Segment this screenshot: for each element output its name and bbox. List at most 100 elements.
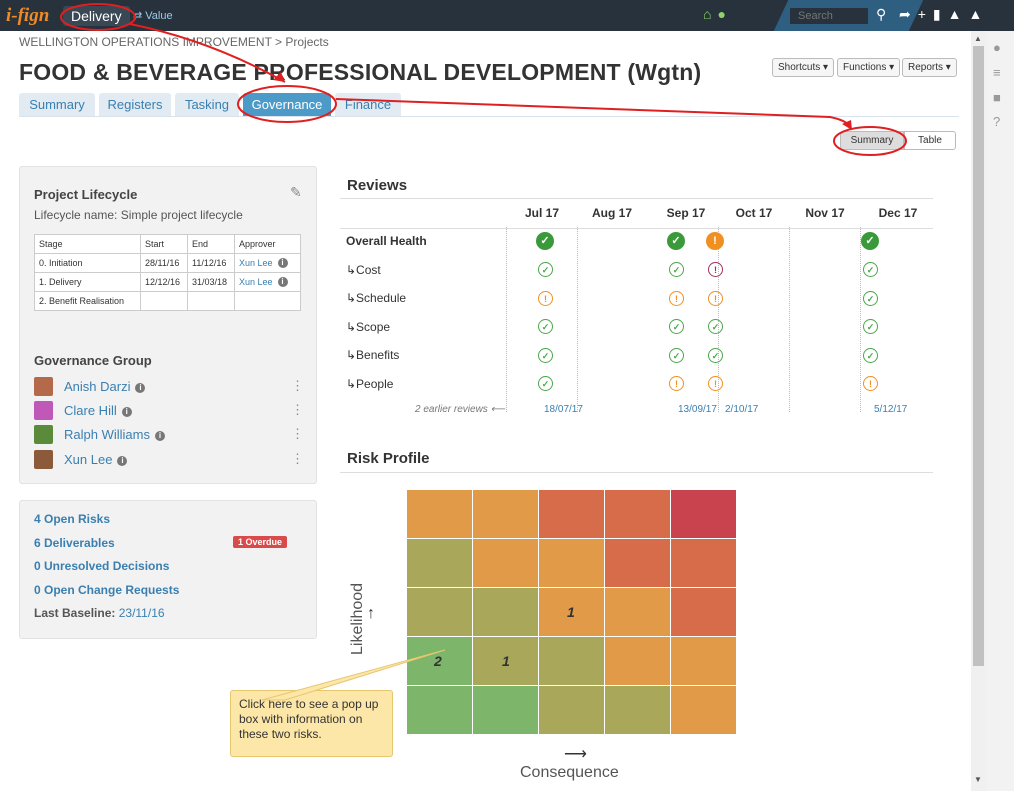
tab-governance[interactable]: Governance (243, 93, 331, 116)
check-icon[interactable]: ✓ (863, 348, 878, 363)
open-risks-link[interactable]: 4 Open Risks (34, 512, 110, 526)
risk-cell[interactable] (407, 686, 473, 735)
more-options-icon[interactable]: ⋮ (291, 425, 304, 443)
health-check-icon[interactable]: ✓ (536, 232, 554, 250)
risk-cell[interactable] (671, 637, 737, 686)
help-icon[interactable]: ? (993, 114, 1000, 129)
check-icon[interactable]: ✓ (538, 348, 553, 363)
table-view-button[interactable]: Table (904, 131, 956, 150)
more-options-icon[interactable]: ⋮ (291, 377, 304, 395)
risk-cell[interactable] (473, 588, 539, 637)
scrollbar-thumb[interactable] (973, 46, 984, 666)
functions-button[interactable]: Functions ▾ (837, 58, 901, 77)
risk-cell[interactable] (407, 539, 473, 588)
member-name[interactable]: Xun Lee i (64, 452, 128, 467)
value-mode-link[interactable]: ⇄ Value (133, 9, 173, 22)
tab-tasking[interactable]: Tasking (175, 93, 239, 116)
pencil-icon[interactable]: ✎ (290, 184, 302, 201)
check-icon[interactable]: ✓ (708, 348, 723, 363)
check-icon[interactable]: ✓ (863, 262, 878, 277)
summary-view-button[interactable]: Summary (840, 131, 904, 150)
info-icon[interactable]: i (277, 258, 288, 268)
breadcrumb[interactable]: WELLINGTON OPERATIONS IMPROVEMENT > Proj… (19, 35, 329, 49)
tab-registers[interactable]: Registers (99, 93, 171, 116)
earlier-reviews-link[interactable]: 2 earlier reviews ⟵ (415, 404, 505, 415)
risk-cell[interactable] (605, 588, 671, 637)
comment-icon[interactable]: ● (993, 40, 1001, 55)
risk-count[interactable]: 1 (567, 604, 575, 620)
risk-cell[interactable] (407, 588, 473, 637)
member-name[interactable]: Ralph Williams i (64, 427, 165, 442)
warning-icon[interactable]: ! (708, 291, 723, 306)
check-icon[interactable]: ✓ (863, 319, 878, 334)
info-icon[interactable]: i (154, 431, 165, 441)
more-options-icon[interactable]: ⋮ (291, 450, 304, 468)
tab-finance[interactable]: Finance (335, 93, 401, 116)
risk-cell[interactable] (539, 539, 605, 588)
info-icon[interactable]: i (117, 456, 128, 466)
home-icon[interactable]: ⌂ (703, 6, 717, 22)
risk-cell[interactable]: 1 (539, 588, 605, 637)
risk-count[interactable]: 2 (434, 653, 442, 669)
check-icon[interactable]: ✓ (669, 348, 684, 363)
lock-icon[interactable]: ■ (993, 90, 1001, 105)
review-date-link[interactable]: 13/09/17 (678, 404, 717, 415)
user-icon[interactable]: ▲ (969, 6, 990, 22)
search-input[interactable] (790, 8, 868, 24)
risk-count[interactable]: 1 (502, 653, 510, 669)
risk-cell[interactable]: 1 (473, 637, 539, 686)
globe-icon[interactable]: ● (717, 6, 731, 22)
check-icon[interactable]: ✓ (669, 319, 684, 334)
change-requests-link[interactable]: 0 Open Change Requests (34, 583, 179, 597)
deliverables-link[interactable]: 6 Deliverables (34, 536, 115, 550)
risk-cell[interactable] (473, 539, 539, 588)
risk-cell[interactable] (605, 490, 671, 539)
check-icon[interactable]: ✓ (863, 291, 878, 306)
warning-icon[interactable]: ! (669, 291, 684, 306)
list-icon[interactable]: ≡ (993, 65, 1001, 80)
info-icon[interactable]: i (135, 383, 146, 393)
risk-cell[interactable] (605, 637, 671, 686)
reports-button[interactable]: Reports ▾ (902, 58, 957, 77)
approver-link[interactable]: Xun Lee (239, 277, 273, 287)
warning-icon[interactable]: ! (538, 291, 553, 306)
risk-cell[interactable] (539, 686, 605, 735)
health-check-icon[interactable]: ✓ (667, 232, 685, 250)
risk-cell[interactable] (539, 490, 605, 539)
bell-icon[interactable]: ▲ (948, 6, 969, 22)
search-icon[interactable]: ⚲ (876, 6, 886, 23)
risk-cell[interactable] (671, 490, 737, 539)
warning-icon[interactable]: ! (863, 376, 878, 391)
check-icon[interactable]: ✓ (538, 319, 553, 334)
risk-cell[interactable] (605, 539, 671, 588)
approver-link[interactable]: Xun Lee (239, 258, 273, 268)
check-icon[interactable]: ✓ (708, 319, 723, 334)
risk-cell[interactable] (671, 686, 737, 735)
risk-cell[interactable] (605, 686, 671, 735)
info-icon[interactable]: i (277, 277, 288, 287)
risk-cell[interactable] (473, 490, 539, 539)
risk-cell[interactable] (671, 539, 737, 588)
risk-cell[interactable] (671, 588, 737, 637)
check-icon[interactable]: ✓ (669, 262, 684, 277)
overdue-badge[interactable]: 1 Overdue (233, 536, 288, 548)
delivery-mode-tab[interactable]: Delivery (63, 6, 130, 26)
alert-icon[interactable]: ! (708, 262, 723, 277)
more-options-icon[interactable]: ⋮ (291, 401, 304, 419)
check-icon[interactable]: ✓ (538, 262, 553, 277)
app-logo[interactable]: i-fign (6, 5, 49, 27)
risk-cell[interactable]: 2 (407, 637, 473, 686)
warning-icon[interactable]: ! (708, 376, 723, 391)
add-icon[interactable]: + (918, 6, 933, 22)
review-date-link[interactable]: 18/07/17 (544, 404, 583, 415)
scroll-down-arrow-icon[interactable]: ▼ (974, 775, 982, 784)
tab-summary[interactable]: Summary (19, 93, 95, 116)
member-name[interactable]: Anish Darzi i (64, 379, 146, 394)
baseline-date-link[interactable]: 23/11/16 (119, 606, 165, 620)
decisions-link[interactable]: 0 Unresolved Decisions (34, 559, 169, 573)
review-date-link[interactable]: 5/12/17 (874, 404, 907, 415)
share-icon[interactable]: ➦ (899, 6, 918, 22)
scroll-up-arrow-icon[interactable]: ▲ (974, 34, 982, 43)
info-icon[interactable]: i (121, 407, 132, 417)
member-name[interactable]: Clare Hill i (64, 403, 132, 418)
